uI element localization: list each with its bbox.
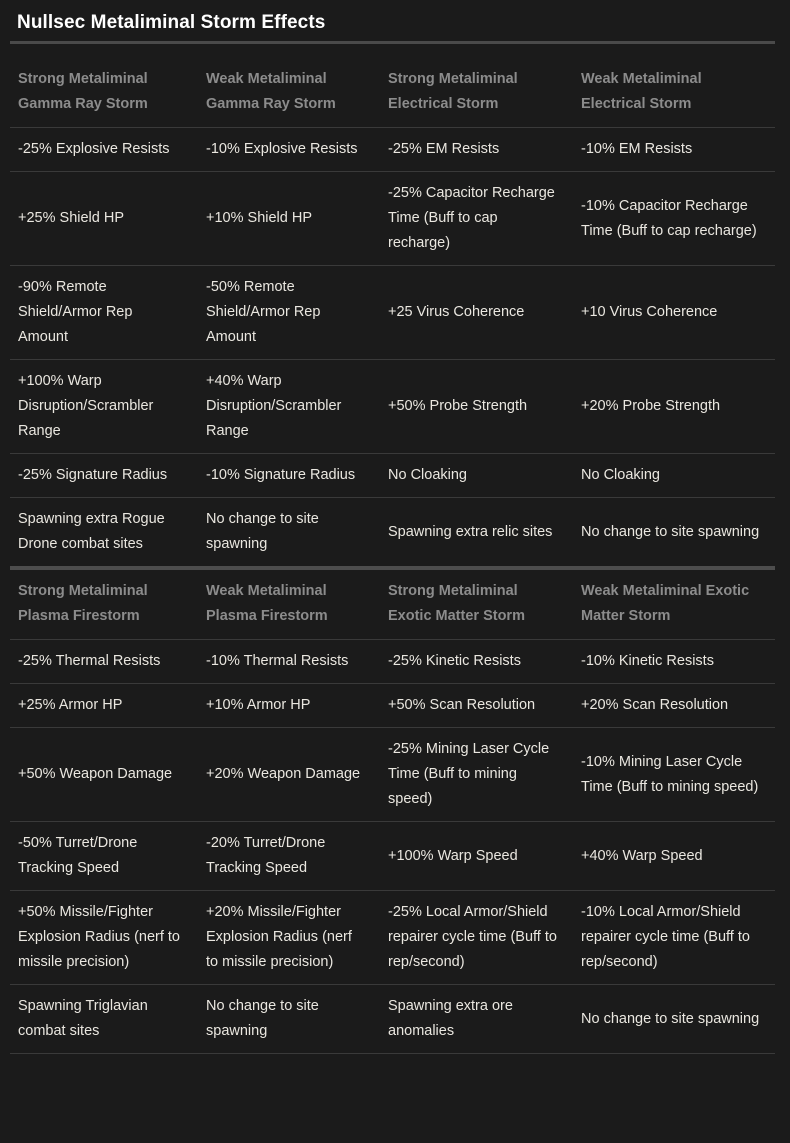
table-cell: No change to site spawning <box>198 497 380 566</box>
table-cell: Spawning Triglavian combat sites <box>10 984 198 1053</box>
table-cell: +50% Weapon Damage <box>10 727 198 822</box>
table-row: -90% Remote Shield/Armor Rep Amount -50%… <box>10 265 775 360</box>
table-cell: +25% Armor HP <box>10 683 198 728</box>
table-cell: Spawning extra Rogue Drone combat sites <box>10 497 198 566</box>
table-cell: -90% Remote Shield/Armor Rep Amount <box>10 265 198 360</box>
table-cell: +50% Missile/Fighter Explosion Radius (n… <box>10 890 198 985</box>
table-cell: -50% Remote Shield/Armor Rep Amount <box>198 265 380 360</box>
table-cell: -25% EM Resists <box>380 127 573 172</box>
column-header-strong-electrical: Strong Metaliminal Electrical Storm <box>388 71 518 112</box>
table-cell: +20% Weapon Damage <box>198 727 380 822</box>
table-cell: -10% Mining Laser Cycle Time (Buff to mi… <box>573 727 775 822</box>
table-cell: +40% Warp Disruption/Scrambler Range <box>198 359 380 454</box>
column-header-weak-plasma: Weak Metaliminal Plasma Firestorm <box>206 583 328 624</box>
table-cell: -25% Local Armor/Shield repairer cycle t… <box>380 890 573 985</box>
table-cell: -20% Turret/Drone Tracking Speed <box>198 821 380 891</box>
column-header-weak-exotic: Weak Metaliminal Exotic Matter Storm <box>581 583 750 624</box>
table-cell: -10% Local Armor/Shield repairer cycle t… <box>573 890 775 985</box>
table-cell: Spawning extra relic sites <box>380 497 573 566</box>
table-row: -25% Signature Radius -10% Signature Rad… <box>10 453 775 498</box>
table-row: -25% Explosive Resists -10% Explosive Re… <box>10 127 775 172</box>
table-cell: +20% Missile/Fighter Explosion Radius (n… <box>198 890 380 985</box>
table-cell: +100% Warp Speed <box>380 821 573 891</box>
table-row: +50% Weapon Damage +20% Weapon Damage -2… <box>10 727 775 822</box>
table-row: +25% Armor HP +10% Armor HP +50% Scan Re… <box>10 683 775 728</box>
table-cell: Spawning extra ore anomalies <box>380 984 573 1053</box>
column-header-strong-exotic: Strong Metaliminal Exotic Matter Storm <box>388 583 525 624</box>
table-row: +25% Shield HP +10% Shield HP -25% Capac… <box>10 171 775 266</box>
table-cell: -25% Capacitor Recharge Time (Buff to ca… <box>380 171 573 266</box>
table-row: -50% Turret/Drone Tracking Speed -20% Tu… <box>10 821 775 891</box>
storm-effects-page: Nullsec Metaliminal Storm Effects Strong… <box>0 0 790 1143</box>
table-cell: No change to site spawning <box>573 497 775 566</box>
table-cell: +10% Armor HP <box>198 683 380 728</box>
tables-container: Strong Metaliminal Gamma Ray Storm Weak … <box>0 41 790 1054</box>
column-header-strong-plasma: Strong Metaliminal Plasma Firestorm <box>18 583 148 624</box>
table-header-row: Strong Metaliminal Plasma Firestorm Weak… <box>10 570 775 640</box>
table-cell: -25% Kinetic Resists <box>380 639 573 684</box>
table-bottom-rule <box>10 1053 775 1054</box>
table-row: -25% Thermal Resists -10% Thermal Resist… <box>10 639 775 684</box>
column-header-weak-electrical: Weak Metaliminal Electrical Storm <box>581 71 702 112</box>
table-cell: +10 Virus Coherence <box>573 265 775 360</box>
table-cell: -10% EM Resists <box>573 127 775 172</box>
table-cell: -10% Signature Radius <box>198 453 380 498</box>
column-header-weak-gamma: Weak Metaliminal Gamma Ray Storm <box>206 71 336 112</box>
table-cell: +20% Probe Strength <box>573 359 775 454</box>
storm-table-plasma-exotic: Strong Metaliminal Plasma Firestorm Weak… <box>10 570 775 1053</box>
table-cell: -50% Turret/Drone Tracking Speed <box>10 821 198 891</box>
table-cell: +25% Shield HP <box>10 171 198 266</box>
table-cell: +10% Shield HP <box>198 171 380 266</box>
table-cell: -25% Signature Radius <box>10 453 198 498</box>
title-divider <box>10 41 775 44</box>
table-row: +100% Warp Disruption/Scrambler Range +4… <box>10 359 775 454</box>
column-header-strong-gamma: Strong Metaliminal Gamma Ray Storm <box>18 71 148 112</box>
table-cell: No Cloaking <box>573 453 775 498</box>
table-row: +50% Missile/Fighter Explosion Radius (n… <box>10 890 775 985</box>
table-cell: -10% Capacitor Recharge Time (Buff to ca… <box>573 171 775 266</box>
table-cell: -25% Mining Laser Cycle Time (Buff to mi… <box>380 727 573 822</box>
table-cell: +40% Warp Speed <box>573 821 775 891</box>
table-cell: No change to site spawning <box>198 984 380 1053</box>
table-cell: No change to site spawning <box>573 984 775 1053</box>
table-row: Spawning extra Rogue Drone combat sites … <box>10 497 775 566</box>
storm-table-gamma-electrical: Strong Metaliminal Gamma Ray Storm Weak … <box>10 58 775 566</box>
page-title: Nullsec Metaliminal Storm Effects <box>17 12 326 33</box>
table-row: Spawning Triglavian combat sites No chan… <box>10 984 775 1053</box>
table-cell: +100% Warp Disruption/Scrambler Range <box>10 359 198 454</box>
table-cell: +50% Scan Resolution <box>380 683 573 728</box>
table-cell: -10% Explosive Resists <box>198 127 380 172</box>
table-cell: -10% Thermal Resists <box>198 639 380 684</box>
table-cell: No Cloaking <box>380 453 573 498</box>
table-cell: -10% Kinetic Resists <box>573 639 775 684</box>
table-cell: +20% Scan Resolution <box>573 683 775 728</box>
table-cell: +25 Virus Coherence <box>380 265 573 360</box>
table-cell: -25% Explosive Resists <box>10 127 198 172</box>
table-cell: +50% Probe Strength <box>380 359 573 454</box>
table-cell: -25% Thermal Resists <box>10 639 198 684</box>
table-header-row: Strong Metaliminal Gamma Ray Storm Weak … <box>10 58 775 128</box>
